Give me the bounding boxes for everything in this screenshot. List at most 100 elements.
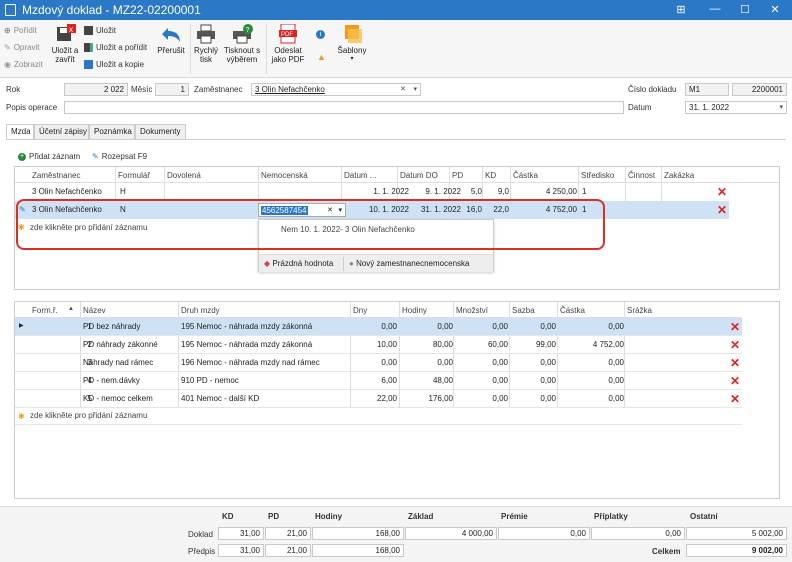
table-row-selected[interactable]: ▶ 1 PD bez náhrady 195 Nemoc - náhrada mzdy… [15,318,742,336]
cell-druh: 195 Nemoc - náhrada mzdy zákonná [181,322,313,331]
col-header[interactable]: Zaměstnanec [32,171,80,180]
close-button[interactable]: ✕ [768,3,782,16]
send-pdf-button[interactable]: PDF Odeslat jako PDF [270,23,306,64]
mesic-field[interactable]: 1 [155,83,189,96]
sum-base: 4 000,00 [405,527,497,540]
cell-nazev: PD - nem.dávky [83,376,140,385]
delete-icon[interactable]: ✕ [730,321,740,333]
col-header[interactable]: Množství [456,306,488,315]
save-button[interactable]: Uložit [84,26,116,35]
add-row[interactable]: ✱ zde klikněte pro přidání záznamu [15,408,265,424]
cell-hod: 48,00 [432,376,453,385]
new-circle-icon: ● [349,259,354,268]
col-header[interactable]: Datum DO [400,171,438,180]
add-button[interactable]: ⊕ Pořídit [4,26,37,35]
predpis-label: Předpis [188,547,216,556]
doc-prefix-field[interactable]: M1 [685,83,729,96]
tab-mzda[interactable]: Mzda [6,124,34,140]
col-header[interactable]: Nemocenská [261,171,308,180]
cell-sazba: 0,00 [540,376,556,385]
col-header[interactable]: Druh mzdy [181,306,220,315]
cell-nazev: Náhrady nad rámec [83,358,154,367]
cell-dny: 22,00 [376,394,397,403]
delete-icon[interactable]: ✕ [730,393,740,405]
add-record-button[interactable]: + Přidat záznam [18,152,80,161]
new-row-icon: ✱ [18,412,25,421]
view-button[interactable]: ◉ Zobrazit [4,60,43,69]
col-header[interactable]: Hodiny [402,306,427,315]
delete-icon[interactable]: ✕ [730,339,740,351]
table-row[interactable]: 4 PD - nem.dávky 910 PD - nemoc 6,00 48,00 0,… [15,372,742,390]
tab-poznamka[interactable]: Poznámka [89,124,135,139]
chevron-down-icon[interactable]: ▾ [413,85,417,93]
delete-icon[interactable]: ✕ [717,204,727,216]
col-header[interactable]: Sazba [512,306,535,315]
quick-print-button[interactable]: Rychlý tisk [193,24,219,64]
doc-number-label: Číslo dokladu [628,85,677,94]
summary-header: Základ [408,512,434,521]
dropdown-arrow-icon: ▾ [350,56,354,62]
save-add-icon [84,43,93,52]
table-row[interactable]: 3 Náhrady nad rámec 196 Nemoc - náhrada mz… [15,354,742,372]
clear-icon[interactable]: ✕ [400,85,406,93]
rok-field[interactable]: 2 022 [64,83,128,96]
maximize-button[interactable]: ☐ [738,3,752,16]
col-header[interactable]: Středisko [581,171,614,180]
new-record-button[interactable]: ● Nový zamestnanecnemocenska [349,259,469,268]
col-header[interactable]: Datum ... [344,171,376,180]
cell-pd: 5,0 [470,187,482,196]
tab-ucetni-zapisy[interactable]: Účetní zápisy [34,124,89,139]
svg-text:?: ? [246,27,250,34]
templates-button[interactable]: Šablony ▾ [334,24,370,64]
col-header[interactable]: Dny [353,306,367,315]
col-header[interactable]: Částka [513,171,538,180]
summary-header: Příplatky [594,512,628,521]
table-row[interactable]: 2 PD náhrady zákonné 195 Nemoc - náhrada m… [15,336,742,354]
edit-button[interactable]: ✎ Opravit [4,43,40,52]
col-header[interactable]: Form.ř. [32,306,58,315]
print-select-button[interactable]: ? Tisknout s výběrem [222,24,262,64]
col-header[interactable]: Dovolená [167,171,201,180]
abort-button[interactable]: Přerušit [154,24,188,55]
svg-text:x: x [69,25,73,34]
printer-check-icon: ? [231,24,253,44]
save-add-button[interactable]: Uložit a pořídit [84,43,147,52]
cell-nazev: KD - nemoc celkem [83,394,153,403]
bell-icon[interactable]: ▲ [317,52,326,62]
table-row[interactable]: 5 KD - nemoc celkem 401 Nemoc - další KD 22… [15,390,742,408]
col-header[interactable]: Činnost [628,171,655,180]
ribbon: ⊕ Pořídit ✎ Opravit ◉ Zobrazit x Uložit a z… [0,20,792,78]
delete-icon[interactable]: ✕ [730,375,740,387]
title-bar: Mzdový doklad - MZ22-02200001 ⊞ — ☐ ✕ [0,0,792,20]
save-close-button[interactable]: x Uložit a zavřít [48,24,82,64]
col-header[interactable]: Formulář [118,171,150,180]
sum-allowance: 0,00 [591,527,685,540]
popis-field[interactable] [64,101,624,114]
chevron-down-icon[interactable]: ▾ [779,103,783,111]
doc-number-field[interactable]: 2200001 [732,83,787,96]
col-header[interactable]: Srážka [627,306,652,315]
col-header[interactable]: PD [452,171,463,180]
document-icon [5,4,16,16]
cell-hod: 0,00 [437,358,453,367]
transcribe-button[interactable]: ✎ Rozepsat F9 [92,152,147,161]
col-header[interactable]: Název [83,306,106,315]
summary-header: PD [268,512,280,521]
tab-dokumenty[interactable]: Dokumenty [135,124,186,139]
save-close-icon: x [54,24,76,44]
delete-icon[interactable]: ✕ [730,357,740,369]
empty-value-button[interactable]: ◆ Prázdná hodnota [264,259,333,268]
info-icon[interactable]: i [316,30,325,39]
employee-field[interactable]: 3 Olin Nefachčenko ✕ ▾ [251,83,421,96]
pin-icon[interactable]: ⊞ [674,3,688,16]
predpis-hours: 168,00 [312,544,404,557]
col-header[interactable]: Zakázka [664,171,694,180]
col-header[interactable]: Částka [560,306,585,315]
sort-asc-icon: ▲ [68,306,74,312]
minimize-button[interactable]: — [708,3,722,15]
date-field[interactable]: 31. 1. 2022 ▾ [685,101,787,114]
delete-icon[interactable]: ✕ [717,186,727,198]
svg-text:PDF: PDF [281,32,293,38]
col-header[interactable]: KD [485,171,496,180]
save-copy-button[interactable]: Uložit a kopie [84,60,144,69]
